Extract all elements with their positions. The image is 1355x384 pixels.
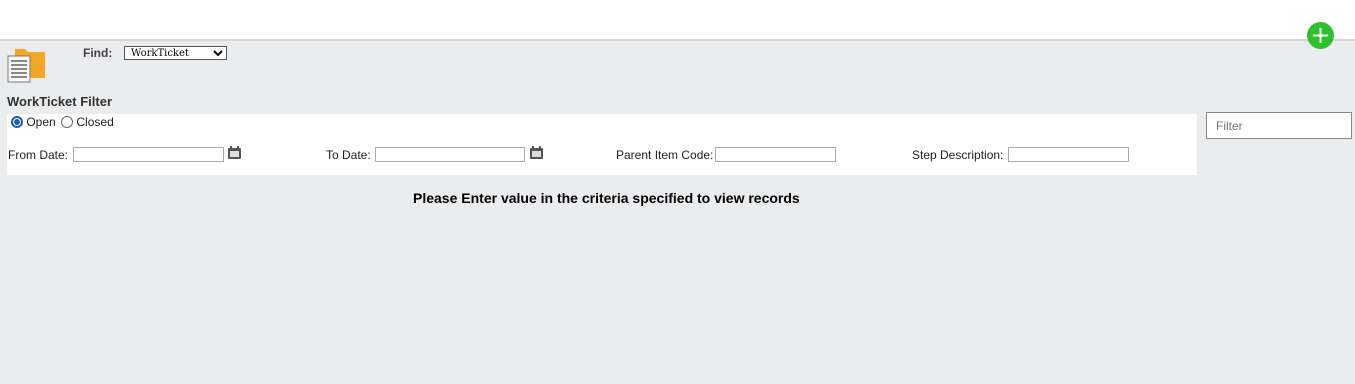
status-radio-group: Open Closed: [11, 115, 116, 129]
closed-radio-option[interactable]: Closed: [61, 115, 114, 129]
open-radio-option[interactable]: Open: [11, 115, 56, 129]
top-bar: [0, 0, 1355, 41]
empty-state-message: Please Enter value in the criteria speci…: [413, 190, 800, 206]
closed-radio-label[interactable]: Closed: [76, 115, 113, 129]
calendar-icon[interactable]: [227, 145, 242, 160]
find-select[interactable]: WorkTicket: [124, 46, 227, 60]
to-date-label: To Date:: [326, 148, 371, 162]
filter-search-input[interactable]: [1206, 112, 1352, 139]
from-date-label: From Date:: [8, 148, 69, 162]
find-label: Find:: [83, 46, 113, 60]
step-description-input[interactable]: [1008, 147, 1129, 162]
parent-item-code-input[interactable]: [715, 147, 836, 162]
to-date-input[interactable]: [375, 147, 525, 162]
document-folder-icon: [7, 49, 45, 83]
plus-icon: +: [1310, 21, 1331, 49]
open-radio-label[interactable]: Open: [26, 115, 55, 129]
open-radio[interactable]: [11, 116, 23, 128]
parent-item-code-label: Parent Item Code:: [616, 148, 714, 162]
filter-title: WorkTicket Filter: [7, 94, 112, 109]
closed-radio[interactable]: [61, 116, 74, 128]
step-description-label: Step Description:: [912, 148, 1004, 162]
filter-panel: Open Closed From Date: To Date: Parent I…: [7, 114, 1197, 175]
calendar-icon[interactable]: [529, 145, 544, 160]
from-date-input[interactable]: [73, 147, 224, 162]
add-button[interactable]: +: [1307, 22, 1334, 49]
